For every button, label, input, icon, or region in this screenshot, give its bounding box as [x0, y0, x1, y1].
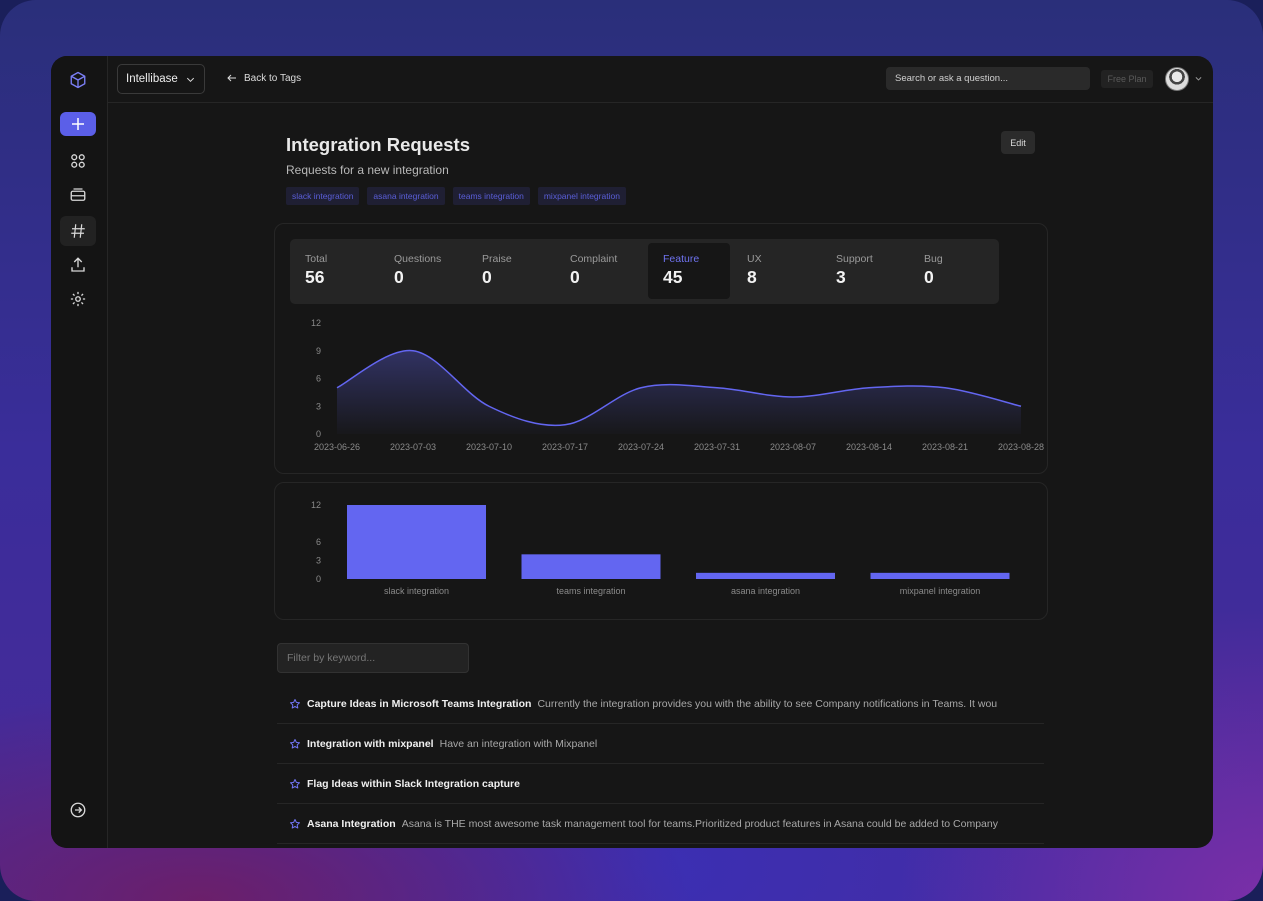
chevron-down-icon	[186, 77, 195, 82]
list-item[interactable]: Asana Integration Asana is THE most awes…	[277, 804, 1044, 844]
sidebar	[51, 56, 108, 848]
tag-list: slack integration asana integration team…	[286, 187, 626, 205]
star-icon[interactable]	[289, 738, 301, 750]
y-tick-label: 9	[316, 346, 321, 356]
logout-icon	[70, 802, 86, 818]
request-desc: Have an integration with Mixpanel	[439, 737, 598, 750]
tag-chip[interactable]: asana integration	[367, 187, 445, 205]
bar-chart: 0 3 6 12 slack integration teams integration a…	[311, 500, 1010, 596]
tag-chip[interactable]: teams integration	[452, 187, 530, 205]
x-tick-label: 2023-07-31	[694, 442, 740, 452]
page-subtitle: Requests for a new integration	[286, 163, 449, 177]
list-item[interactable]: Capture Ideas in Microsoft Teams Integra…	[277, 684, 1044, 724]
x-tick-label: 2023-07-24	[618, 442, 664, 452]
trend-card: Total 56 Questions 0 Praise 0 Complaint 0 Fe…	[274, 223, 1048, 474]
star-icon[interactable]	[289, 698, 301, 710]
upload-icon	[71, 257, 85, 272]
chevron-down-icon[interactable]	[1194, 74, 1203, 83]
series-area	[337, 350, 1021, 434]
y-tick-label: 12	[311, 318, 321, 328]
request-title: Asana Integration	[307, 817, 396, 830]
tag-chip[interactable]: mixpanel integration	[537, 187, 626, 205]
sidebar-item-logout[interactable]	[60, 796, 96, 824]
y-tick-label: 0	[316, 429, 321, 439]
bar	[870, 572, 1010, 579]
x-tick-label: 2023-08-21	[922, 442, 968, 452]
tag-chip[interactable]: slack integration	[286, 187, 360, 205]
x-tick-label: mixpanel integration	[900, 586, 981, 596]
sidebar-item-tags[interactable]	[60, 216, 96, 246]
x-tick-label: 2023-08-14	[846, 442, 892, 452]
main-content: Integration Requests Requests for a new …	[108, 103, 1213, 848]
sidebar-item-settings[interactable]	[60, 285, 96, 313]
arrow-left-icon	[227, 74, 236, 82]
sidebar-item-upload[interactable]	[60, 251, 96, 279]
topbar: Intellibase Back to Tags Search or ask a…	[108, 56, 1213, 103]
x-tick-label: asana integration	[731, 586, 800, 596]
gear-icon	[70, 291, 86, 307]
filter-input[interactable]: Filter by keyword...	[277, 643, 469, 673]
star-icon[interactable]	[289, 778, 301, 790]
bar	[521, 554, 661, 579]
x-tick-label: 2023-08-07	[770, 442, 816, 452]
x-tick-label: 2023-06-26	[314, 442, 360, 452]
y-tick-label: 12	[311, 500, 321, 510]
request-title: Flag Ideas within Slack Integration capt…	[307, 777, 520, 790]
x-tick-label: slack integration	[384, 586, 449, 596]
request-list: Capture Ideas in Microsoft Teams Integra…	[277, 684, 1044, 844]
y-tick-label: 3	[316, 401, 321, 411]
plan-badge[interactable]: Free Plan	[1101, 70, 1153, 88]
workspace-name: Intellibase	[126, 73, 178, 85]
trend-chart: 0 3 6 9 12 2023-06-26 2023-07-03 2023-07-10 2023…	[311, 318, 1044, 452]
inbox-icon	[70, 188, 86, 201]
grid-icon	[71, 154, 85, 168]
hash-icon	[71, 224, 85, 238]
workspace-select[interactable]: Intellibase	[117, 64, 205, 94]
bar-card: 0 3 6 12 slack integration teams integration a…	[274, 482, 1048, 620]
x-tick-label: 2023-07-17	[542, 442, 588, 452]
app-window: Intellibase Back to Tags Search or ask a…	[51, 56, 1213, 848]
request-title: Capture Ideas in Microsoft Teams Integra…	[307, 697, 532, 710]
y-tick-label: 6	[316, 537, 321, 547]
star-icon[interactable]	[289, 818, 301, 830]
bar	[347, 505, 486, 579]
cube-logo-icon[interactable]	[60, 66, 96, 94]
back-to-tags-link[interactable]: Back to Tags	[226, 72, 301, 84]
x-tick-label: 2023-07-10	[466, 442, 512, 452]
plus-icon	[72, 118, 84, 130]
bar	[696, 572, 835, 579]
list-item[interactable]: Flag Ideas within Slack Integration capt…	[277, 764, 1044, 804]
y-tick-label: 3	[316, 556, 321, 566]
edit-button[interactable]: Edit	[1001, 131, 1035, 154]
list-item[interactable]: Integration with mixpanel Have an integr…	[277, 724, 1044, 764]
avatar[interactable]	[1165, 67, 1189, 91]
request-desc: Asana is THE most awesome task managemen…	[401, 817, 998, 830]
page-title: Integration Requests	[286, 134, 470, 155]
x-tick-label: teams integration	[556, 586, 625, 596]
y-tick-label: 0	[316, 574, 321, 584]
y-tick-label: 6	[316, 374, 321, 384]
search-input[interactable]: Search or ask a question...	[886, 67, 1090, 90]
sidebar-item-dashboard[interactable]	[60, 147, 96, 175]
request-title: Integration with mixpanel	[307, 737, 434, 750]
x-tick-label: 2023-07-03	[390, 442, 436, 452]
request-desc: Currently the integration provides you w…	[537, 697, 998, 710]
x-tick-label: 2023-08-28	[998, 442, 1044, 452]
sidebar-item-inbox[interactable]	[60, 181, 96, 209]
back-label: Back to Tags	[244, 72, 302, 84]
add-button[interactable]	[60, 112, 96, 136]
